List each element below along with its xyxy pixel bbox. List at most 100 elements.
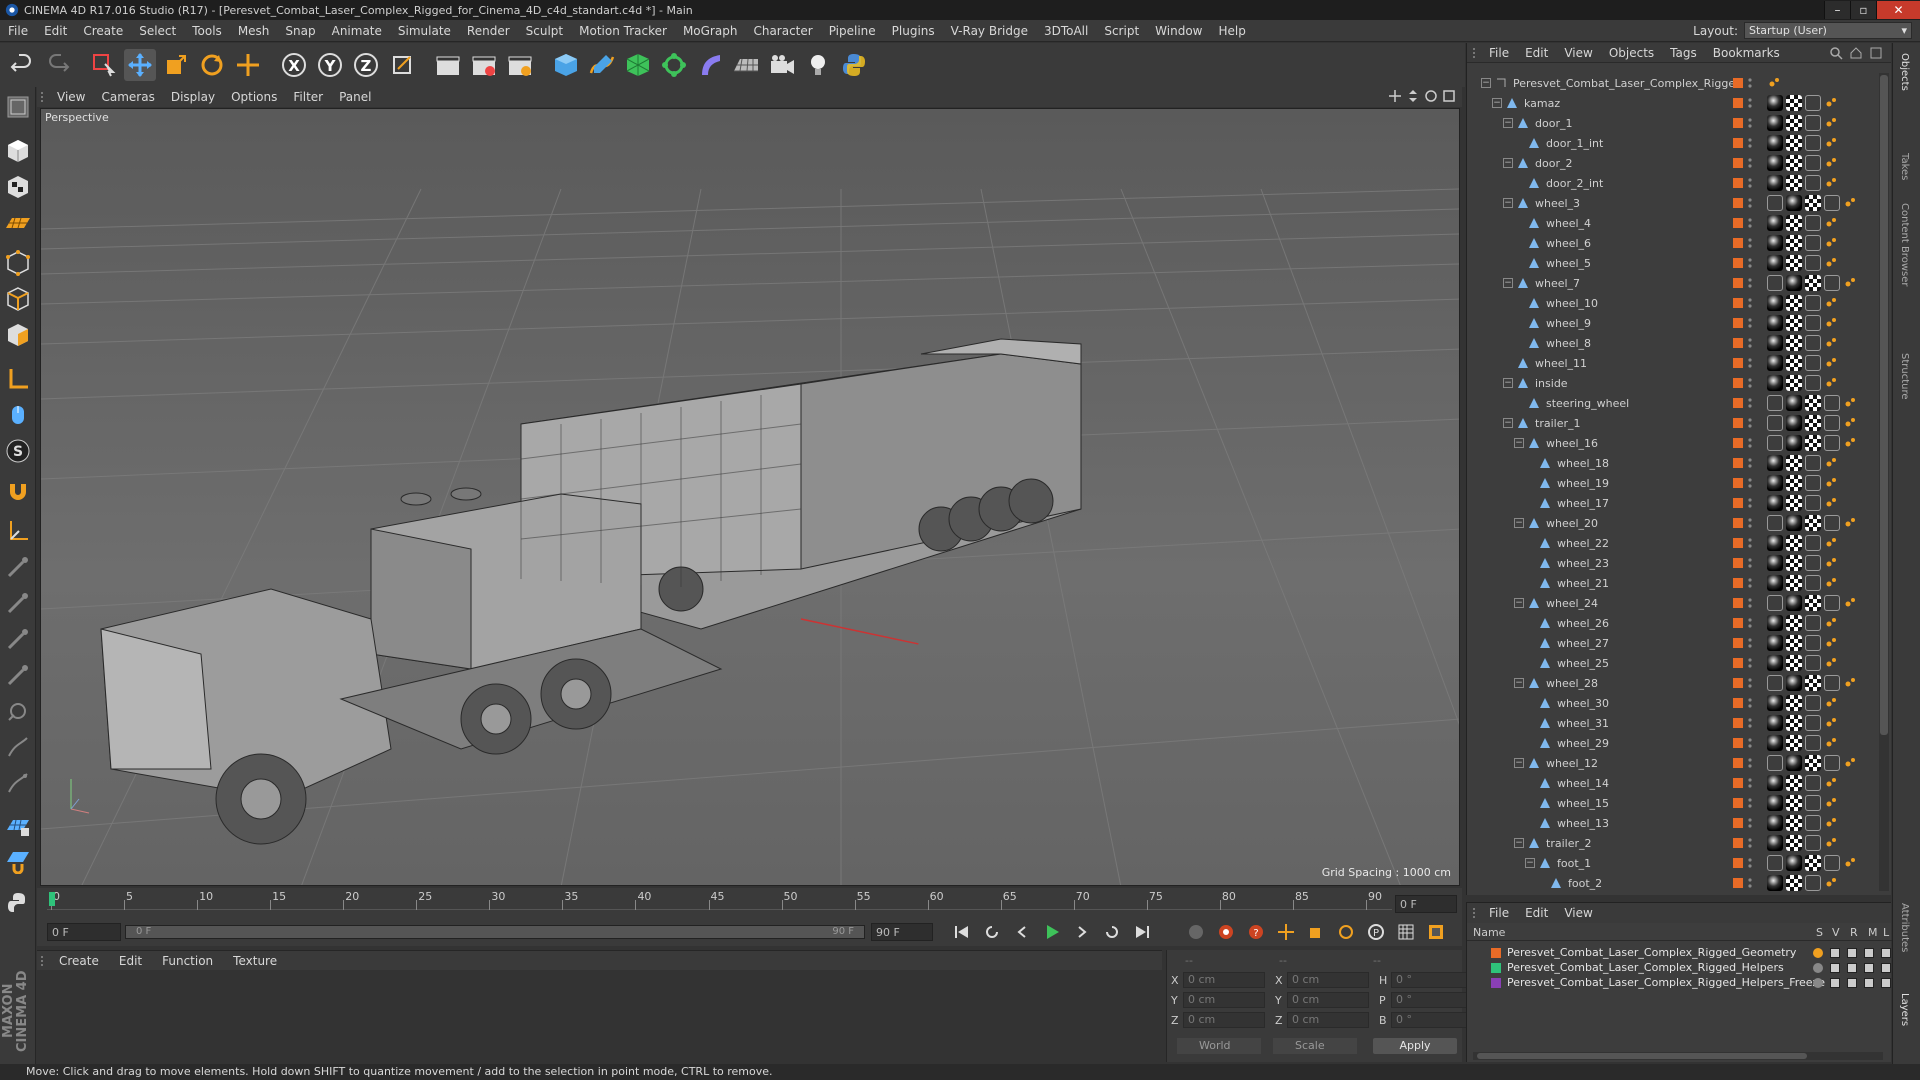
phong-tag-icon[interactable] bbox=[1843, 415, 1857, 432]
layer-horizontal-scrollbar[interactable] bbox=[1473, 1052, 1883, 1060]
dolly-view-icon[interactable] bbox=[1406, 89, 1420, 103]
visibility-dots-icon[interactable] bbox=[1747, 76, 1753, 90]
key-rotation-button[interactable] bbox=[1335, 921, 1357, 943]
layer-menu-view[interactable]: View bbox=[1556, 906, 1600, 920]
lock-flag-icon[interactable] bbox=[1881, 977, 1891, 988]
y-axis-lock-button[interactable]: Y bbox=[314, 49, 346, 81]
solo-flag-icon[interactable] bbox=[1813, 962, 1823, 973]
sculpt-brush-3-button[interactable] bbox=[2, 623, 34, 655]
material-tag-icon[interactable] bbox=[1767, 494, 1783, 511]
object-manager-search-icon[interactable] bbox=[1829, 46, 1843, 60]
tag-placeholder-icon[interactable] bbox=[1805, 314, 1821, 331]
phong-tag-icon[interactable] bbox=[1824, 775, 1838, 792]
menu-edit[interactable]: Edit bbox=[36, 24, 75, 38]
menu-v-ray-bridge[interactable]: V-Ray Bridge bbox=[943, 24, 1036, 38]
material-tag-icon[interactable] bbox=[1767, 294, 1783, 311]
menu-render[interactable]: Render bbox=[459, 24, 518, 38]
texture-tag-icon[interactable] bbox=[1786, 214, 1802, 231]
texture-tag-icon[interactable] bbox=[1805, 754, 1821, 771]
phong-tag-icon[interactable] bbox=[1824, 355, 1838, 372]
coords-size-field[interactable]: 0 cm bbox=[1287, 992, 1369, 1008]
play-forward-button[interactable] bbox=[1041, 921, 1063, 943]
tree-row-wheel-11[interactable]: wheel_11 bbox=[1467, 353, 1892, 373]
phong-tag-icon[interactable] bbox=[1824, 155, 1838, 172]
viewport-menu-filter[interactable]: Filter bbox=[285, 90, 331, 104]
side-tab-attributes[interactable]: Attributes bbox=[1899, 903, 1910, 952]
texture-tag-icon[interactable] bbox=[1786, 114, 1802, 131]
tag-placeholder-icon[interactable] bbox=[1805, 374, 1821, 391]
solo-flag-icon[interactable] bbox=[1813, 947, 1823, 958]
phong-tag-icon[interactable] bbox=[1767, 75, 1781, 92]
material-tag-icon[interactable] bbox=[1786, 514, 1802, 531]
tag-placeholder-icon[interactable] bbox=[1805, 694, 1821, 711]
visibility-dots-icon[interactable] bbox=[1747, 856, 1753, 870]
texture-tag-icon[interactable] bbox=[1786, 314, 1802, 331]
render-flag-icon[interactable] bbox=[1847, 977, 1857, 988]
make-editable-button[interactable] bbox=[2, 91, 34, 123]
phong-tag-icon[interactable] bbox=[1824, 815, 1838, 832]
phong-tag-icon[interactable] bbox=[1824, 175, 1838, 192]
undo-button[interactable] bbox=[6, 49, 38, 81]
object-menu-bookmarks[interactable]: Bookmarks bbox=[1705, 46, 1788, 60]
material-tag-icon[interactable] bbox=[1767, 234, 1783, 251]
visibility-dots-icon[interactable] bbox=[1747, 496, 1753, 510]
coordinate-system-button[interactable] bbox=[386, 49, 418, 81]
minimize-button[interactable]: – bbox=[1824, 1, 1850, 19]
render-flag-icon[interactable] bbox=[1847, 947, 1857, 958]
move-tool-button[interactable] bbox=[124, 49, 156, 81]
previous-keyframe-button[interactable] bbox=[981, 921, 1003, 943]
tag-placeholder-icon[interactable] bbox=[1805, 454, 1821, 471]
enable-grid-button[interactable] bbox=[2, 845, 34, 877]
visibility-dots-icon[interactable] bbox=[1747, 316, 1753, 330]
tree-collapse-toggle[interactable]: − bbox=[1503, 418, 1513, 428]
tag-placeholder-icon[interactable] bbox=[1824, 854, 1840, 871]
size-mode-dropdown[interactable]: Scale bbox=[1273, 1038, 1357, 1054]
phong-tag-icon[interactable] bbox=[1824, 535, 1838, 552]
menu-plugins[interactable]: Plugins bbox=[884, 24, 943, 38]
tag-placeholder-icon[interactable] bbox=[1805, 234, 1821, 251]
material-menu-texture[interactable]: Texture bbox=[223, 954, 287, 968]
sculpt-brush-4-button[interactable] bbox=[2, 659, 34, 691]
tag-placeholder-icon[interactable] bbox=[1805, 114, 1821, 131]
phong-tag-icon[interactable] bbox=[1843, 395, 1857, 412]
texture-tag-icon[interactable] bbox=[1786, 354, 1802, 371]
visible-flag-icon[interactable] bbox=[1830, 977, 1840, 988]
tree-row-door-2[interactable]: − door_2 bbox=[1467, 153, 1892, 173]
visibility-dots-icon[interactable] bbox=[1747, 396, 1753, 410]
menu-snap[interactable]: Snap bbox=[277, 24, 323, 38]
texture-tag-icon[interactable] bbox=[1786, 774, 1802, 791]
tree-row-trailer-2[interactable]: − trailer_2 bbox=[1467, 833, 1892, 853]
visibility-dots-icon[interactable] bbox=[1747, 296, 1753, 310]
go-to-start-button[interactable] bbox=[951, 921, 973, 943]
visibility-dots-icon[interactable] bbox=[1747, 536, 1753, 550]
phong-tag-icon[interactable] bbox=[1824, 255, 1838, 272]
material-tag-icon[interactable] bbox=[1767, 154, 1783, 171]
tree-row-inside[interactable]: − inside bbox=[1467, 373, 1892, 393]
phong-tag-icon[interactable] bbox=[1824, 635, 1838, 652]
texture-tag-icon[interactable] bbox=[1805, 594, 1821, 611]
visible-flag-icon[interactable] bbox=[1830, 947, 1840, 958]
material-tag-icon[interactable] bbox=[1767, 334, 1783, 351]
tag-placeholder-icon[interactable] bbox=[1805, 214, 1821, 231]
tag-placeholder-icon[interactable] bbox=[1824, 754, 1840, 771]
phong-tag-icon[interactable] bbox=[1824, 375, 1838, 392]
material-menu-create[interactable]: Create bbox=[49, 954, 109, 968]
material-tag-icon[interactable] bbox=[1767, 354, 1783, 371]
material-tag-icon[interactable] bbox=[1767, 614, 1783, 631]
add-array-button[interactable] bbox=[658, 49, 690, 81]
tree-collapse-toggle[interactable]: − bbox=[1514, 438, 1524, 448]
key-position-button[interactable] bbox=[1275, 921, 1297, 943]
visible-flag-icon[interactable] bbox=[1830, 962, 1840, 973]
texture-tag-icon[interactable] bbox=[1786, 834, 1802, 851]
tag-placeholder-icon[interactable] bbox=[1805, 794, 1821, 811]
solo-flag-icon[interactable] bbox=[1813, 977, 1823, 988]
add-generator-button[interactable] bbox=[622, 49, 654, 81]
material-tag-icon[interactable] bbox=[1786, 394, 1802, 411]
phong-tag-icon[interactable] bbox=[1824, 555, 1838, 572]
tree-row-wheel-20[interactable]: − wheel_20 bbox=[1467, 513, 1892, 533]
live-selection-button[interactable] bbox=[88, 49, 120, 81]
tree-row-wheel-3[interactable]: − wheel_3 bbox=[1467, 193, 1892, 213]
menu-mograph[interactable]: MoGraph bbox=[675, 24, 746, 38]
object-menu-tags[interactable]: Tags bbox=[1662, 46, 1705, 60]
sculpt-brush-7-button[interactable] bbox=[2, 767, 34, 799]
